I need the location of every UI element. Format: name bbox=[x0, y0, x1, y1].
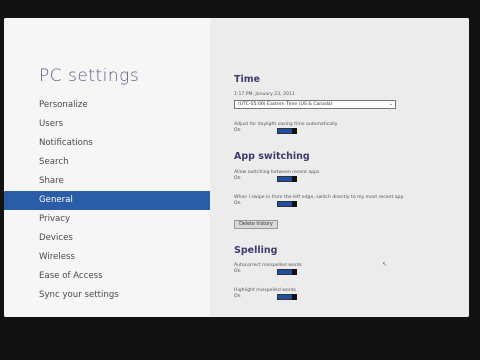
toggle-knob bbox=[292, 176, 297, 182]
sidebar-item-personalize[interactable]: Personalize bbox=[4, 96, 210, 115]
mouse-pointer-icon: ↖ bbox=[382, 261, 388, 268]
toggle-knob bbox=[292, 201, 297, 207]
dst-state: On bbox=[234, 128, 241, 133]
delete-history-button[interactable]: Delete history bbox=[234, 220, 278, 229]
sidebar-item-privacy[interactable]: Privacy bbox=[4, 210, 210, 229]
sidebar-item-sync-settings[interactable]: Sync your settings bbox=[4, 286, 210, 305]
sidebar-item-ease-of-access[interactable]: Ease of Access bbox=[4, 267, 210, 286]
timezone-select[interactable]: (UTC-05:00) Eastern Time (US & Canada) ⌄ bbox=[234, 100, 396, 109]
toggle-knob bbox=[292, 128, 297, 134]
sidebar-nav: Personalize Users Notifications Search S… bbox=[4, 96, 210, 305]
settings-screen: PC settings Personalize Users Notificati… bbox=[4, 18, 469, 317]
highlight-toggle-row: On bbox=[234, 293, 304, 301]
sidebar-item-notifications[interactable]: Notifications bbox=[4, 134, 210, 153]
time-heading: Time bbox=[234, 74, 261, 85]
swipe-recent-toggle-row: On bbox=[234, 200, 304, 208]
sidebar-item-devices[interactable]: Devices bbox=[4, 229, 210, 248]
timezone-value: (UTC-05:00) Eastern Time (US & Canada) bbox=[238, 102, 333, 107]
sidebar-item-share[interactable]: Share bbox=[4, 172, 210, 191]
toggle-knob bbox=[292, 294, 297, 300]
highlight-toggle[interactable] bbox=[277, 294, 297, 300]
dst-toggle-row: On bbox=[234, 127, 304, 135]
current-datetime: 1:17 PM, January 23, 2011 bbox=[234, 92, 295, 97]
allow-switching-toggle[interactable] bbox=[277, 176, 297, 182]
autocorrect-state: On bbox=[234, 269, 241, 274]
autocorrect-toggle-row: On bbox=[234, 268, 304, 276]
swipe-recent-toggle[interactable] bbox=[277, 201, 297, 207]
dst-toggle[interactable] bbox=[277, 128, 297, 134]
chevron-down-icon: ⌄ bbox=[388, 101, 393, 107]
allow-switching-toggle-row: On bbox=[234, 175, 304, 183]
spelling-heading: Spelling bbox=[234, 245, 278, 256]
sidebar-item-users[interactable]: Users bbox=[4, 115, 210, 134]
sidebar-item-wireless[interactable]: Wireless bbox=[4, 248, 210, 267]
toggle-knob bbox=[292, 269, 297, 275]
settings-content: Time 1:17 PM, January 23, 2011 (UTC-05:0… bbox=[210, 18, 469, 317]
autocorrect-toggle[interactable] bbox=[277, 269, 297, 275]
allow-switching-state: On bbox=[234, 176, 241, 181]
sidebar-item-search[interactable]: Search bbox=[4, 153, 210, 172]
sidebar-item-general[interactable]: General bbox=[4, 191, 210, 210]
highlight-state: On bbox=[234, 294, 241, 299]
swipe-recent-state: On bbox=[234, 201, 241, 206]
page-title: PC settings bbox=[39, 66, 140, 86]
sidebar: PC settings Personalize Users Notificati… bbox=[4, 18, 210, 317]
app-switching-heading: App switching bbox=[234, 151, 310, 162]
